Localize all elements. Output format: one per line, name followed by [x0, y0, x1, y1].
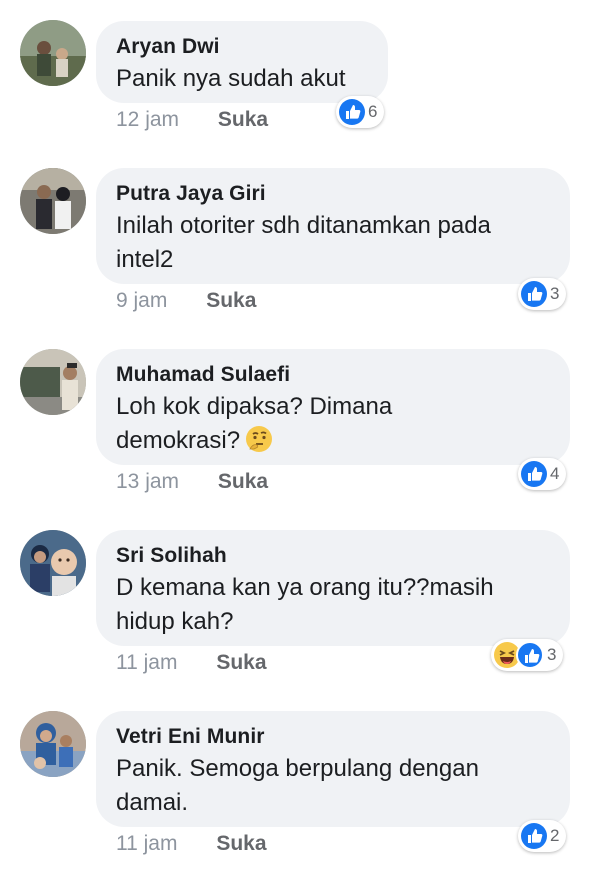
comment-text-line: Inilah otoriter sdh ditanamkan pada	[116, 212, 491, 239]
like-button[interactable]: Suka	[218, 108, 268, 132]
comment-author[interactable]: Putra Jaya Giri	[116, 181, 550, 207]
comment-time[interactable]: 9 jam	[116, 289, 167, 313]
like-button[interactable]: Suka	[216, 832, 266, 856]
avatar[interactable]	[20, 349, 86, 415]
comment-time[interactable]: 12 jam	[116, 108, 179, 132]
reaction-count: 2	[550, 826, 560, 845]
comment-text-line: Loh kok dipaksa? Dimana	[116, 393, 393, 420]
thinking-face-icon	[244, 424, 274, 454]
comment-text: demokrasi?	[116, 427, 241, 454]
comment-meta: 12 jam Suka	[116, 108, 268, 132]
reaction-count: 3	[547, 645, 557, 664]
comment-author[interactable]: Sri Solihah	[116, 543, 550, 569]
like-button[interactable]: Suka	[216, 651, 266, 675]
comment-time[interactable]: 13 jam	[116, 470, 179, 494]
like-button[interactable]: Suka	[206, 289, 256, 313]
avatar[interactable]	[20, 530, 86, 596]
reaction-summary[interactable]: 4	[518, 458, 567, 490]
thumbs-up-icon	[339, 99, 365, 125]
comment-text-line: D kemana kan ya orang itu??masih	[116, 574, 494, 601]
reaction-summary[interactable]: 6	[336, 96, 385, 128]
reaction-summary[interactable]: 2	[518, 820, 567, 852]
thumbs-up-icon	[521, 461, 547, 487]
comment-text-line: intel2	[116, 246, 174, 273]
reaction-summary[interactable]: 3	[491, 639, 564, 671]
avatar[interactable]	[20, 711, 86, 777]
comment-author[interactable]: Aryan Dwi	[116, 34, 368, 60]
reaction-summary[interactable]: 3	[518, 278, 567, 310]
avatar[interactable]	[20, 20, 86, 86]
comment-meta: 11 jam Suka	[116, 832, 267, 856]
comment-meta: 13 jam Suka	[116, 470, 268, 494]
comment-bubble: Vetri Eni Munir Panik. Semoga berpulang …	[96, 711, 570, 827]
comment-author[interactable]: Muhamad Sulaefi	[116, 362, 550, 388]
comment-text: Panik nya sudah akut	[116, 65, 346, 92]
thumbs-up-icon	[516, 640, 544, 669]
comment-time[interactable]: 11 jam	[116, 832, 177, 856]
comment-text-line: Panik. Semoga berpulang dengan	[116, 755, 479, 782]
reaction-count: 6	[368, 102, 378, 121]
comment-bubble: Putra Jaya Giri Inilah otoriter sdh dita…	[96, 168, 570, 284]
thumbs-up-icon	[521, 281, 547, 307]
comment-bubble: Sri Solihah D kemana kan ya orang itu??m…	[96, 530, 570, 646]
comment-bubble: Muhamad Sulaefi Loh kok dipaksa? Dimana …	[96, 349, 570, 465]
reaction-count: 4	[550, 464, 560, 483]
comment-meta: 9 jam Suka	[116, 289, 256, 313]
comment-text-line: hidup kah?	[116, 608, 234, 635]
avatar[interactable]	[20, 168, 86, 234]
thumbs-up-icon	[521, 823, 547, 849]
comment-meta: 11 jam Suka	[116, 651, 267, 675]
comment-bubble: Aryan Dwi Panik nya sudah akut	[96, 21, 388, 103]
comment-author[interactable]: Vetri Eni Munir	[116, 724, 550, 750]
comment-text-line: damai.	[116, 789, 189, 816]
comment-text-line: demokrasi?	[116, 424, 550, 458]
like-button[interactable]: Suka	[218, 470, 268, 494]
reaction-count: 3	[550, 284, 560, 303]
comment-time[interactable]: 11 jam	[116, 651, 177, 675]
